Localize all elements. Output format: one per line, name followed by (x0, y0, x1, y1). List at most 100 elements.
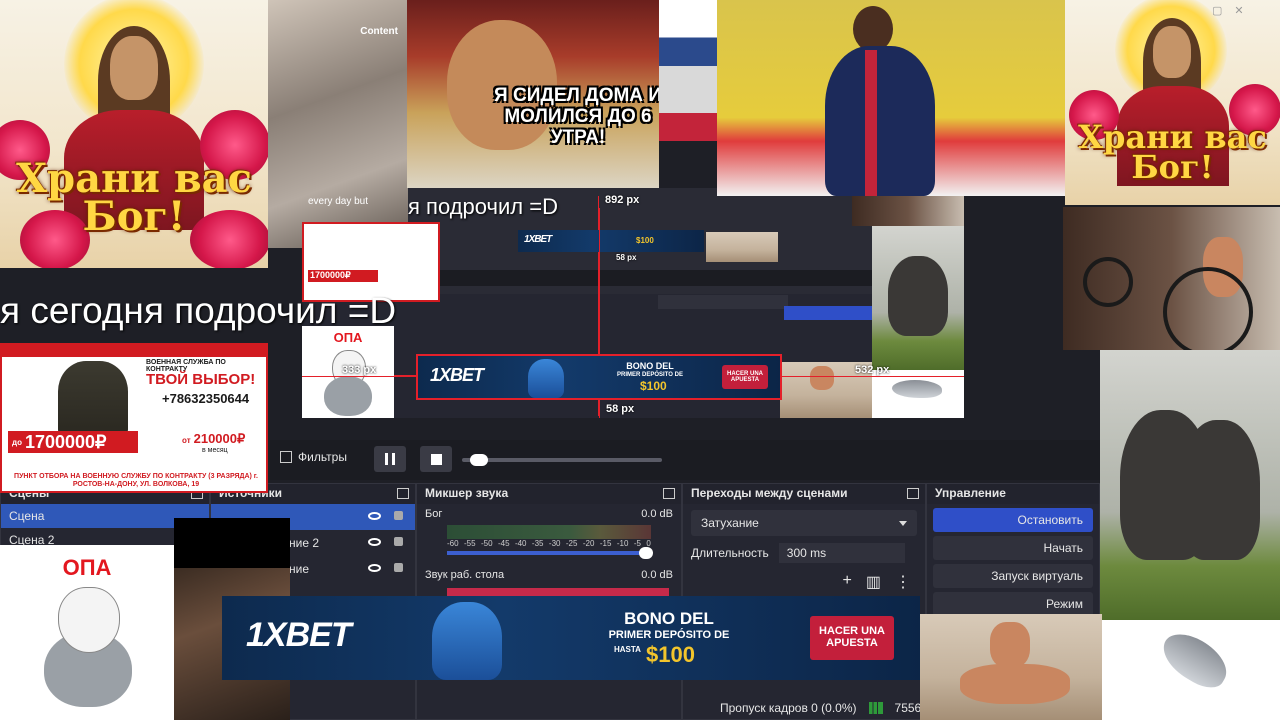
meter-tick: -35 (531, 539, 544, 548)
transitions-title: Переходы между сценами (691, 486, 848, 500)
soldier (58, 361, 128, 437)
1xbet-banner[interactable]: 1XBET BONO DEL PRIMER DEPÓSITO DE HASTA … (222, 596, 920, 680)
undock-icon[interactable] (397, 488, 409, 499)
filters-icon (280, 451, 292, 463)
meter-tick: -45 (497, 539, 510, 548)
controls-header: Управление (927, 484, 1099, 504)
bet-cta-button[interactable]: HACER UNA APUESTA (810, 616, 894, 660)
tiktok-clip: Content every day but (268, 0, 408, 248)
signal-icon (868, 702, 883, 714)
guide-line-horizontal (780, 376, 964, 377)
blessing-text: Храни вас Бог! (16, 155, 252, 240)
trash-icon[interactable]: ▥ (866, 572, 881, 592)
gorilla-photo (1100, 350, 1280, 620)
nested-transitions (658, 295, 788, 309)
chevron-down-icon (899, 521, 907, 526)
player-shirt (825, 46, 935, 196)
cartoon-meme: Я СИДЕЛ ДОМА И МОЛИЛСЯ ДО 6 УТРА! (407, 0, 659, 188)
pause-button[interactable] (374, 446, 406, 472)
meter-tick: -25 (565, 539, 578, 548)
wheel (1083, 257, 1133, 307)
channel-name: Звук раб. стола (425, 569, 505, 581)
more-icon[interactable]: ⋮ (895, 572, 911, 592)
channel-level: 0.0 dB (641, 569, 673, 581)
mixer-title: Микшер звука (425, 486, 509, 500)
lock-icon[interactable] (394, 563, 403, 572)
duration-row: Длительность 300 ms (691, 542, 917, 564)
1xbet-banner-mid[interactable]: 1XBET BONO DEL PRIMER DEPÓSITO DE $100 H… (416, 354, 782, 400)
meter-tick: -10 (616, 539, 629, 548)
fish (1154, 625, 1236, 695)
watermark: Content (360, 26, 398, 37)
transition-actions: + ▥ ⋮ (683, 566, 925, 598)
1xbet-logo: 1XBET (246, 616, 352, 654)
boy-body (960, 664, 1070, 704)
pushup-photo (920, 614, 1102, 720)
anonymous-mask (58, 587, 120, 653)
caption-mid: я подрочил =D (408, 194, 558, 219)
army-bonus: до 1700000₽ (8, 431, 138, 453)
transition-select[interactable]: Затухание (691, 510, 917, 536)
army-choice: ТВОЙ ВЫБОР! (146, 371, 256, 388)
visibility-icon[interactable] (368, 512, 381, 520)
duration-input[interactable]: 300 ms (778, 543, 905, 563)
opa-text: ОПА (333, 330, 363, 345)
boy-head (990, 622, 1030, 668)
glitch-strip (659, 0, 717, 188)
volume-slider[interactable] (447, 547, 653, 559)
meter-tick: -30 (548, 539, 561, 548)
source-label: ние 2 (289, 536, 320, 550)
source-label: ние (289, 562, 310, 576)
virtual-camera-button[interactable]: Запуск виртуаль (933, 564, 1093, 588)
visibility-icon[interactable] (368, 564, 381, 572)
lock-icon[interactable] (394, 537, 403, 546)
boy-head (810, 366, 834, 390)
black-bar (174, 518, 290, 568)
filters-button[interactable]: Фильтры (280, 450, 347, 464)
1xbet-banner-small[interactable]: 1XBET $100 (518, 230, 704, 252)
stop-button[interactable] (420, 446, 452, 472)
army-salary-prefix: от (182, 436, 191, 445)
stop-stream-button[interactable]: Остановить (933, 508, 1093, 532)
controls-title: Управление (935, 486, 1006, 500)
1xbet-logo: 1XBET (430, 365, 484, 385)
audio-meter (447, 525, 651, 539)
army-salary-note: в месяц (202, 447, 228, 454)
stop-icon (430, 453, 442, 465)
visibility-icon[interactable] (368, 538, 381, 546)
gorilla (1180, 420, 1260, 560)
army-bonus: 1700000₽ (308, 270, 378, 282)
undock-icon[interactable] (663, 488, 675, 499)
mixer-header: Микшер звука (417, 484, 681, 504)
opa-rat-meme: ОПА (0, 545, 174, 720)
bet-amount: $100 (636, 236, 654, 245)
obs-toolbar: Фильтры (270, 440, 1100, 480)
guide-line-vertical (599, 208, 600, 356)
seek-bar[interactable] (462, 458, 662, 462)
window-controls[interactable]: ▢✕ (1212, 4, 1256, 17)
bet-amount: $100 (640, 379, 667, 393)
seek-handle[interactable] (470, 454, 488, 466)
meter-tick: -55 (463, 539, 476, 548)
fish-thumb (872, 370, 964, 418)
undock-icon[interactable] (907, 488, 919, 499)
filters-label: Фильтры (298, 450, 347, 464)
bet-cta-button[interactable]: HACER UNA APUESTA (722, 365, 768, 389)
army-ad: ВОЕННАЯ СЛУЖБА ПО КОНТРАКТУ ТВОЙ ВЫБОР! … (0, 343, 268, 493)
bet-amount: $100 (646, 642, 695, 667)
army-price-prefix: до (12, 437, 22, 447)
guide-line-horizontal (302, 376, 418, 377)
add-icon[interactable]: + (843, 572, 852, 592)
wheel (1163, 267, 1253, 350)
start-record-button[interactable]: Начать (933, 536, 1093, 560)
dimension-label-top: 892 px (605, 194, 640, 206)
fish (892, 380, 942, 398)
studio-mode-button[interactable]: Режим (933, 592, 1093, 616)
shirt-stripe (865, 50, 877, 196)
tiktok-caption: every day but (307, 196, 369, 207)
army-price: 1700000₽ (24, 431, 107, 452)
bet-line1: BONO DEL (624, 609, 714, 628)
channel-level: 0.0 dB (641, 508, 673, 520)
face (110, 36, 158, 100)
lock-icon[interactable] (394, 511, 403, 520)
